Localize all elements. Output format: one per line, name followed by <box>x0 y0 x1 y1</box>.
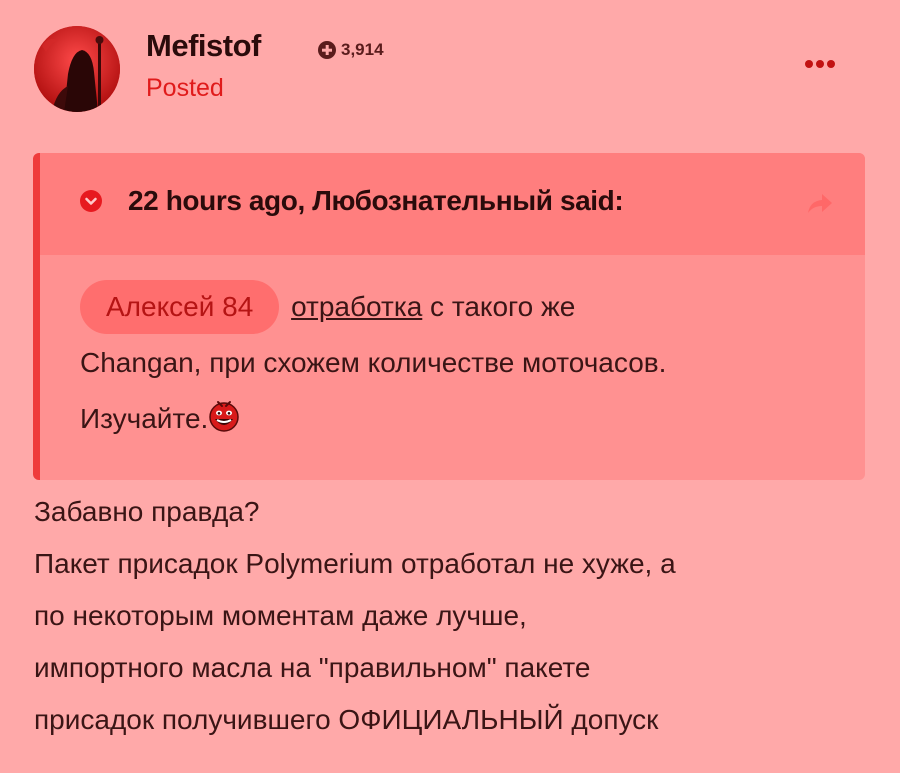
post-body: Забавно правда? Пакет присадок Polymeriu… <box>34 486 874 746</box>
quote-block: 22 hours ago, Любознательный said: Алекс… <box>33 153 865 480</box>
post-line: по некоторым моментам даже лучше, <box>34 600 527 631</box>
post-line: импортного масла на "правильном" пакете <box>34 652 591 683</box>
chevron-down-circle-icon[interactable] <box>80 190 102 212</box>
quote-text-line: Изучайте. <box>80 403 209 434</box>
avatar[interactable] <box>34 26 120 112</box>
post-line: Забавно правда? <box>34 496 260 527</box>
post-line: присадок получившего ОФИЦИАЛЬНЫЙ допуск <box>34 704 659 735</box>
share-arrow-icon[interactable] <box>804 189 836 217</box>
ellipsis-icon <box>805 60 813 68</box>
author-name[interactable]: Mefistof <box>146 28 261 64</box>
quote-link[interactable]: отработка <box>291 291 422 322</box>
quote-text-line: Changan, при схожем количестве моточасов… <box>80 347 667 378</box>
more-options-button[interactable] <box>805 56 841 72</box>
post-line: Пакет присадок Polymerium отработал не х… <box>34 548 676 579</box>
quote-header: 22 hours ago, Любознательный said: <box>40 153 865 255</box>
quote-citation[interactable]: 22 hours ago, Любознательный said: <box>128 185 624 217</box>
quote-text: с такого же <box>422 291 576 322</box>
plus-circle-icon <box>318 41 336 59</box>
quote-body: Алексей 84 отработка с такого же Changan… <box>80 279 850 447</box>
post-header: Mefistof 3,914 Posted <box>0 0 900 130</box>
post-status: Posted <box>146 74 224 102</box>
laughing-smiley-icon <box>208 395 240 432</box>
reputation-count: 3,914 <box>341 40 384 59</box>
reputation-badge: 3,914 <box>318 40 384 60</box>
user-mention[interactable]: Алексей 84 <box>80 280 280 334</box>
